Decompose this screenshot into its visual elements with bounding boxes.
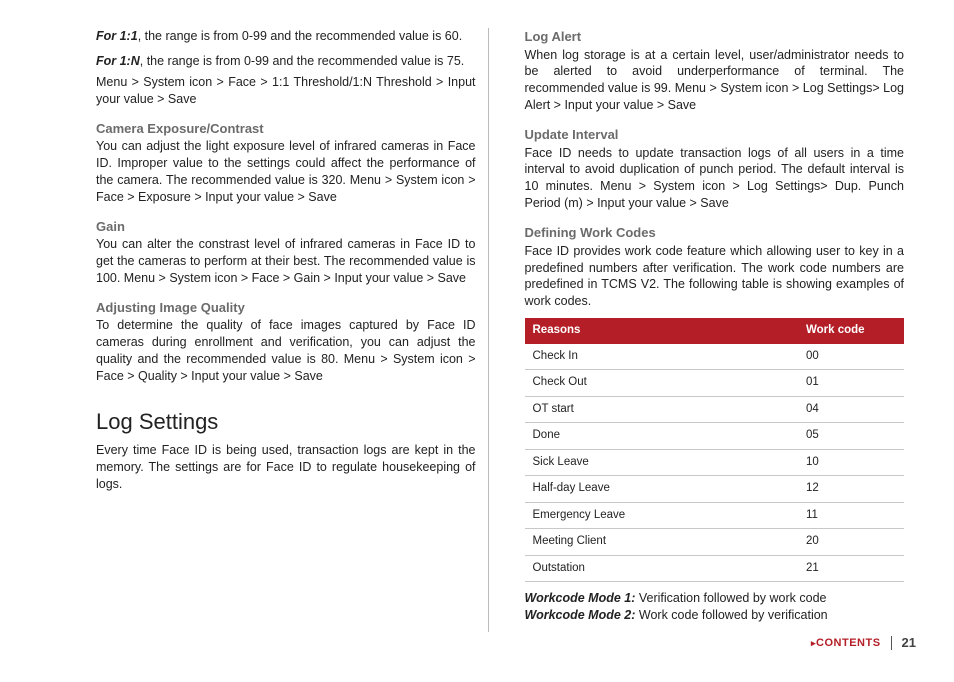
cell-code: 11 [798,502,904,529]
para-for-1-1: For 1:1, the range is from 0-99 and the … [96,28,476,45]
path-threshold: Menu > System icon > Face > 1:1 Threshol… [96,74,476,108]
work-code-table: Reasons Work code Check In00Check Out01O… [525,318,905,582]
table-row: Sick Leave10 [525,449,905,476]
th-work-code: Work code [798,318,904,344]
page-number: 21 [902,635,916,650]
text-mode-1: Verification followed by work code [635,591,826,605]
table-row: Outstation21 [525,555,905,582]
cell-code: 21 [798,555,904,582]
para-for-1-n: For 1:N, the range is from 0-99 and the … [96,53,476,70]
para-work-codes: Face ID provides work code feature which… [525,243,905,311]
heading-exposure: Camera Exposure/Contrast [96,120,476,138]
cell-code: 05 [798,423,904,450]
cell-code: 10 [798,449,904,476]
page-footer: CONTENTS 21 [811,635,916,650]
text-mode-2: Work code followed by verification [635,608,827,622]
para-quality: To determine the quality of face images … [96,317,476,385]
table-row: Half-day Leave12 [525,476,905,503]
cell-reason: OT start [525,396,799,423]
table-row: Meeting Client20 [525,529,905,556]
cell-reason: Emergency Leave [525,502,799,529]
right-column: Log Alert When log storage is at a certa… [521,28,905,632]
text-for-1-n: , the range is from 0-99 and the recomme… [140,54,465,68]
label-for-1-n: For 1:N [96,54,140,68]
heading-quality: Adjusting Image Quality [96,299,476,317]
table-header-row: Reasons Work code [525,318,905,344]
cell-reason: Half-day Leave [525,476,799,503]
cell-reason: Done [525,423,799,450]
para-update-interval: Face ID needs to update transaction logs… [525,145,905,213]
label-mode-2: Workcode Mode 2: [525,608,636,622]
heading-gain: Gain [96,218,476,236]
left-column: For 1:1, the range is from 0-99 and the … [96,28,489,632]
table-row: OT start04 [525,396,905,423]
para-gain: You can alter the constrast level of inf… [96,236,476,287]
para-log-settings: Every time Face ID is being used, transa… [96,442,476,493]
cell-reason: Sick Leave [525,449,799,476]
para-workcode-modes: Workcode Mode 1: Verification followed b… [525,590,905,624]
table-row: Emergency Leave11 [525,502,905,529]
contents-link[interactable]: CONTENTS [811,637,881,649]
th-reasons: Reasons [525,318,799,344]
footer-divider [891,636,892,650]
cell-code: 04 [798,396,904,423]
label-for-1-1: For 1:1 [96,29,138,43]
para-log-alert: When log storage is at a certain level, … [525,47,905,115]
cell-reason: Check Out [525,370,799,397]
cell-reason: Outstation [525,555,799,582]
cell-reason: Check In [525,344,799,370]
cell-code: 20 [798,529,904,556]
label-mode-1: Workcode Mode 1: [525,591,636,605]
cell-reason: Meeting Client [525,529,799,556]
cell-code: 00 [798,344,904,370]
heading-work-codes: Defining Work Codes [525,224,905,242]
cell-code: 01 [798,370,904,397]
text-for-1-1: , the range is from 0-99 and the recomme… [138,29,463,43]
heading-log-alert: Log Alert [525,28,905,46]
table-row: Check In00 [525,344,905,370]
heading-log-settings: Log Settings [96,407,476,437]
page-body: For 1:1, the range is from 0-99 and the … [0,0,954,682]
para-exposure: You can adjust the light exposure level … [96,138,476,206]
table-row: Done05 [525,423,905,450]
heading-update-interval: Update Interval [525,126,905,144]
cell-code: 12 [798,476,904,503]
table-row: Check Out01 [525,370,905,397]
